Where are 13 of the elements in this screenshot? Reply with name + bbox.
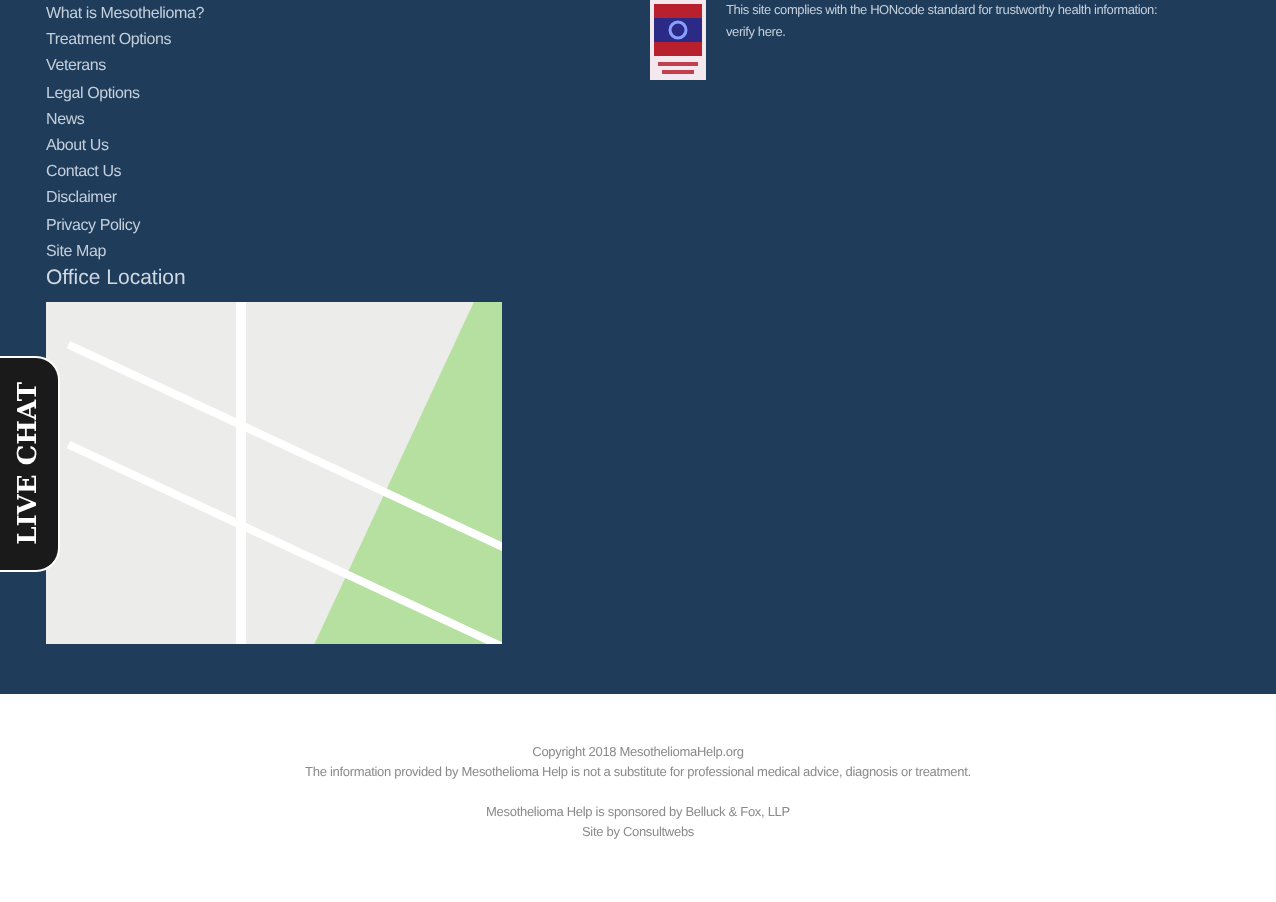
live-chat-tab[interactable]: LIVE CHAT (0, 356, 60, 572)
footer-link[interactable]: What is Mesothelioma? (46, 0, 204, 27)
footer-link[interactable]: Treatment Options (46, 26, 172, 53)
footer-link[interactable]: Veterans (46, 52, 106, 80)
footer-link[interactable]: Disclaimer (46, 184, 117, 212)
footer-link[interactable]: Site Map (46, 237, 106, 265)
footer-link[interactable]: About Us (46, 132, 109, 159)
footer-link[interactable]: Privacy Policy (46, 211, 140, 238)
footer-link[interactable]: Contact Us (46, 158, 122, 185)
footer-link[interactable]: Legal Options (46, 79, 140, 106)
certificate-badge-icon (650, 0, 706, 80)
footer-link[interactable]: News (46, 105, 85, 133)
office-heading: Office Location (46, 264, 186, 293)
